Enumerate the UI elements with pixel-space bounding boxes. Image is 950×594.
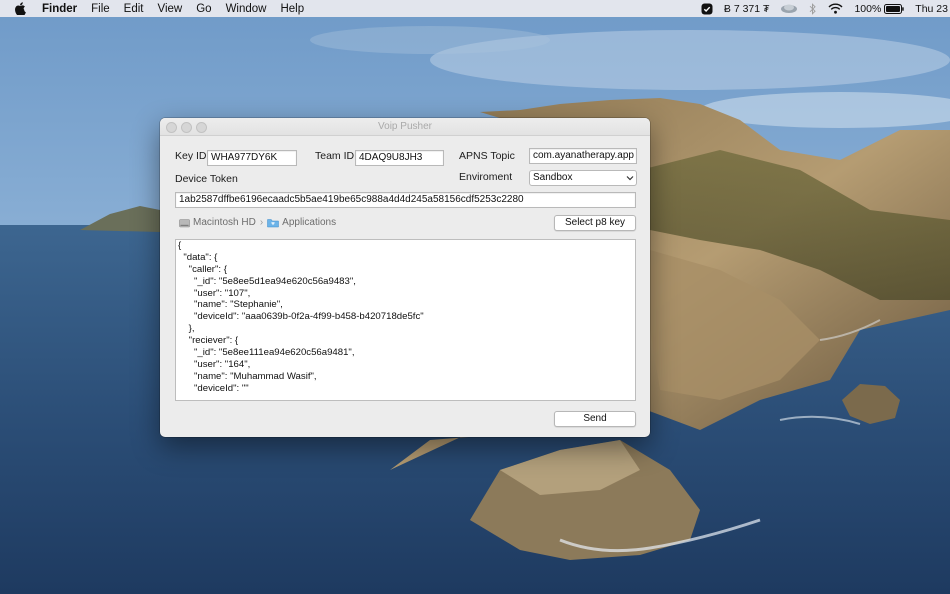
- device-token-field[interactable]: 1ab2587dffbe6196ecaadc5b5ae419be65c988a4…: [175, 192, 636, 208]
- key-id-field[interactable]: WHA977DY6K: [207, 150, 297, 166]
- menu-clock[interactable]: Thu 23: [915, 3, 948, 15]
- menu-app-name[interactable]: Finder: [42, 3, 77, 15]
- menu-edit[interactable]: Edit: [124, 3, 144, 15]
- shield-status-icon[interactable]: [701, 3, 713, 15]
- payload-line: "deviceId": "": [178, 382, 249, 394]
- device-token-label: Device Token: [175, 173, 238, 185]
- apns-topic-field[interactable]: com.ayanatherapy.app: [529, 148, 637, 164]
- folder-icon: [267, 218, 279, 227]
- team-id-label: Team ID: [315, 150, 355, 162]
- path-segment-applications[interactable]: Applications: [267, 217, 336, 228]
- menu-go[interactable]: Go: [196, 3, 211, 15]
- menu-window[interactable]: Window: [226, 3, 267, 15]
- voip-pusher-window: Voip Pusher Key ID WHA977DY6K Team ID 4D…: [160, 118, 650, 437]
- menu-help[interactable]: Help: [280, 3, 304, 15]
- window-titlebar[interactable]: Voip Pusher: [160, 118, 650, 136]
- payload-line: "deviceId": "aaa0639b-0f2a-4f99-b458-b42…: [178, 311, 424, 323]
- path-separator-icon: ›: [259, 217, 264, 228]
- menu-view[interactable]: View: [158, 3, 183, 15]
- crypto-ticker[interactable]: Ƀ 7 371 ₮: [724, 3, 770, 15]
- battery-percentage[interactable]: 100%: [854, 3, 881, 15]
- payload-line: },: [178, 323, 195, 335]
- environment-value: Sandbox: [533, 172, 573, 183]
- select-p8-key-button[interactable]: Select p8 key: [554, 215, 636, 231]
- payload-line: "data": {: [178, 251, 218, 263]
- menu-file[interactable]: File: [91, 3, 110, 15]
- payload-line: "_id": "5e8ee111ea94e620c56a9481",: [178, 347, 355, 359]
- key-path-control[interactable]: Macintosh HD › Applications: [179, 216, 336, 229]
- menu-bar: Finder File Edit View Go Window Help Ƀ 7…: [0, 0, 950, 17]
- hard-drive-icon: [179, 218, 190, 227]
- apns-topic-label: APNS Topic: [459, 150, 515, 162]
- bluetooth-icon[interactable]: [809, 2, 817, 15]
- wifi-icon[interactable]: [828, 3, 843, 14]
- payload-line: "user": "107",: [178, 287, 251, 299]
- payload-line: {: [178, 240, 182, 251]
- path-segment-disk[interactable]: Macintosh HD: [179, 217, 256, 228]
- payload-line: "name": "Stephanie",: [178, 299, 283, 311]
- apple-menu-icon[interactable]: [15, 2, 29, 15]
- send-button[interactable]: Send: [554, 411, 636, 427]
- payload-line: "name": "Muhammad Wasif",: [178, 370, 317, 382]
- window-title: Voip Pusher: [378, 121, 432, 132]
- payload-line: "_id": "5e8ee5d1ea94e620c56a9483",: [178, 275, 356, 287]
- environment-label: Enviroment: [459, 171, 513, 183]
- key-id-label: Key ID: [175, 150, 207, 162]
- environment-select[interactable]: Sandbox: [529, 170, 637, 186]
- cloud-status-icon[interactable]: [780, 3, 798, 14]
- payload-line: "user": "164",: [178, 358, 251, 370]
- chevron-down-icon: [623, 171, 636, 185]
- payload-textview[interactable]: { "data": { "caller": { "_id": "5e8ee5d1…: [175, 239, 636, 401]
- payload-line: "reciever": {: [178, 335, 239, 347]
- payload-line: "caller": {: [178, 263, 227, 275]
- team-id-field[interactable]: 4DAQ9U8JH3: [355, 150, 444, 166]
- battery-icon[interactable]: [884, 3, 904, 14]
